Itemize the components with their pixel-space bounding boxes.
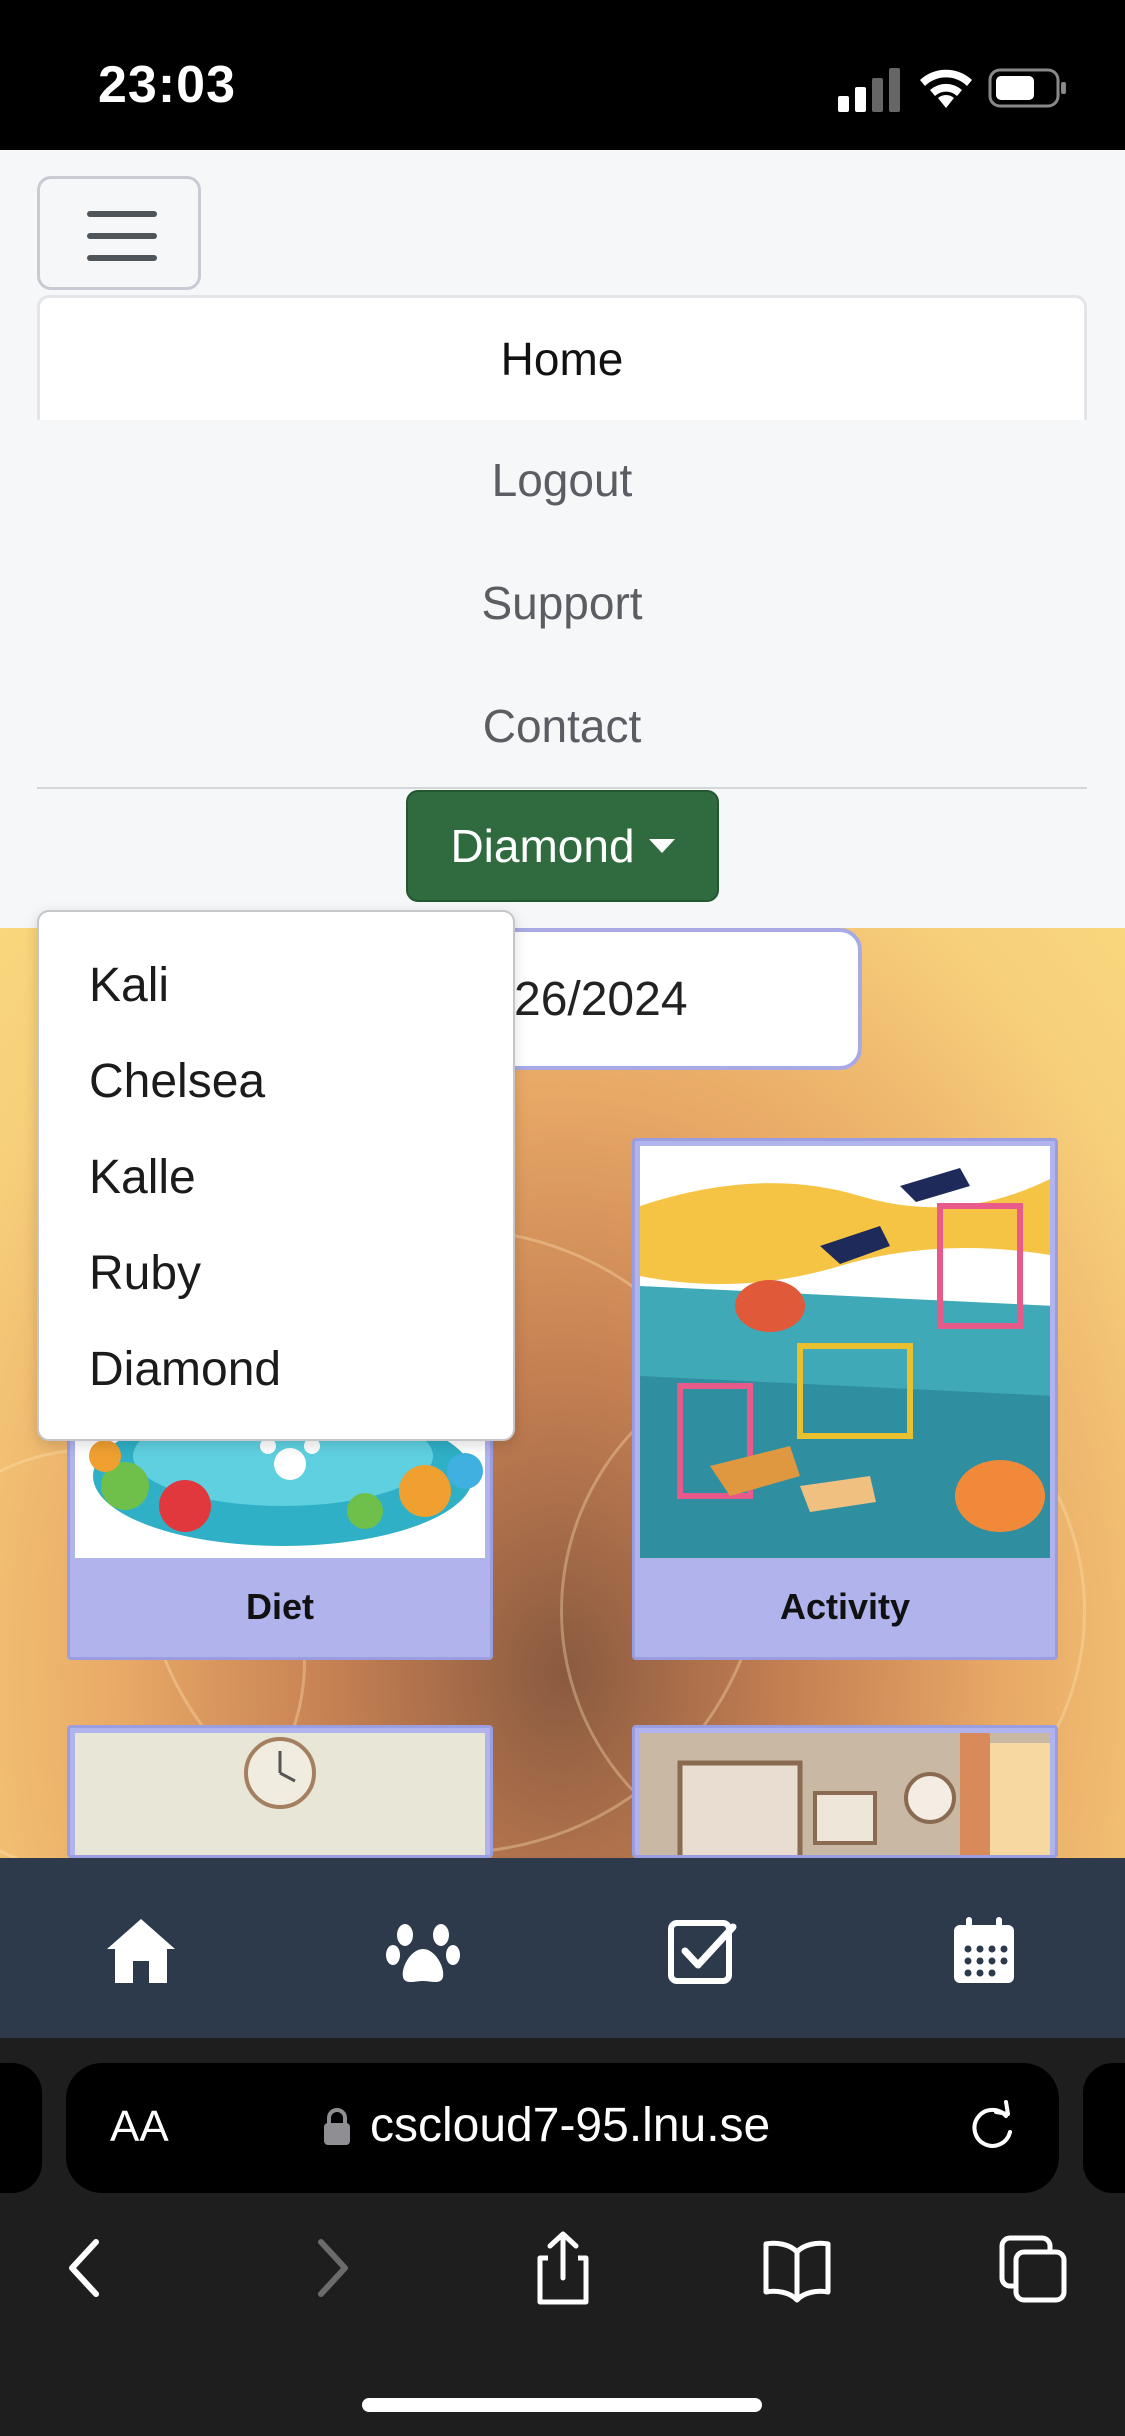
dog-select-label: Diamond	[450, 820, 635, 872]
forward-icon	[318, 2239, 348, 2297]
nav-divider	[37, 787, 1087, 789]
home-indicator	[362, 2398, 762, 2412]
bookmarks-icon[interactable]	[762, 2230, 832, 2306]
room-card-1[interactable]	[67, 1725, 493, 1858]
share-icon[interactable]	[528, 2230, 598, 2306]
diet-card-label: Diet	[245, 1586, 314, 1627]
bottom-app-nav	[0, 1858, 1125, 2038]
next-tab-preview[interactable]	[1083, 2063, 1125, 2193]
activity-image	[640, 1146, 1050, 1558]
room-image-2	[640, 1733, 1050, 1855]
dog-option-kalle[interactable]: Kalle	[89, 1129, 489, 1225]
room-image-1	[75, 1733, 485, 1855]
activity-card-label: Activity	[779, 1586, 911, 1627]
cellular-signal-icon	[838, 68, 900, 112]
battery-icon	[988, 68, 1066, 108]
text-size-button[interactable]: AA	[110, 2102, 169, 2152]
url-text[interactable]: cscloud7-95.lnu.se	[370, 2098, 770, 2153]
tabs-icon[interactable]	[998, 2230, 1068, 2306]
nav-logout-link[interactable]: Logout	[37, 430, 1087, 530]
dog-option-kali[interactable]: Kali	[89, 937, 489, 1033]
dog-option-diamond[interactable]: Diamond	[89, 1321, 489, 1417]
dog-select-menu: Kali Chelsea Kalle Ruby Diamond	[37, 910, 515, 1441]
previous-tab-preview[interactable]	[0, 2063, 42, 2193]
nav-home-link[interactable]: Home	[37, 295, 1087, 420]
nav-contact-link[interactable]: Contact	[37, 676, 1087, 776]
dog-select-dropdown-button[interactable]: Diamond	[406, 790, 719, 902]
back-icon[interactable]	[52, 2230, 122, 2306]
activity-card[interactable]: Activity	[632, 1138, 1058, 1660]
paw-icon[interactable]	[385, 1913, 461, 1989]
dog-option-ruby[interactable]: Ruby	[89, 1225, 489, 1321]
calendar-icon[interactable]	[946, 1913, 1022, 1989]
status-time: 23:03	[98, 56, 236, 114]
menu-toggle-button[interactable]	[37, 176, 201, 290]
room-card-2[interactable]	[632, 1725, 1058, 1858]
reload-icon[interactable]	[962, 2098, 1022, 2158]
caret-down-icon	[648, 839, 675, 853]
nav-support-link[interactable]: Support	[37, 553, 1087, 653]
checkbox-icon[interactable]	[665, 1913, 741, 1989]
wifi-icon	[920, 69, 972, 108]
dog-option-chelsea[interactable]: Chelsea	[89, 1033, 489, 1129]
lock-icon	[324, 2108, 350, 2145]
date-input[interactable]: 26/2024	[470, 928, 862, 1070]
home-icon[interactable]	[103, 1913, 179, 1989]
